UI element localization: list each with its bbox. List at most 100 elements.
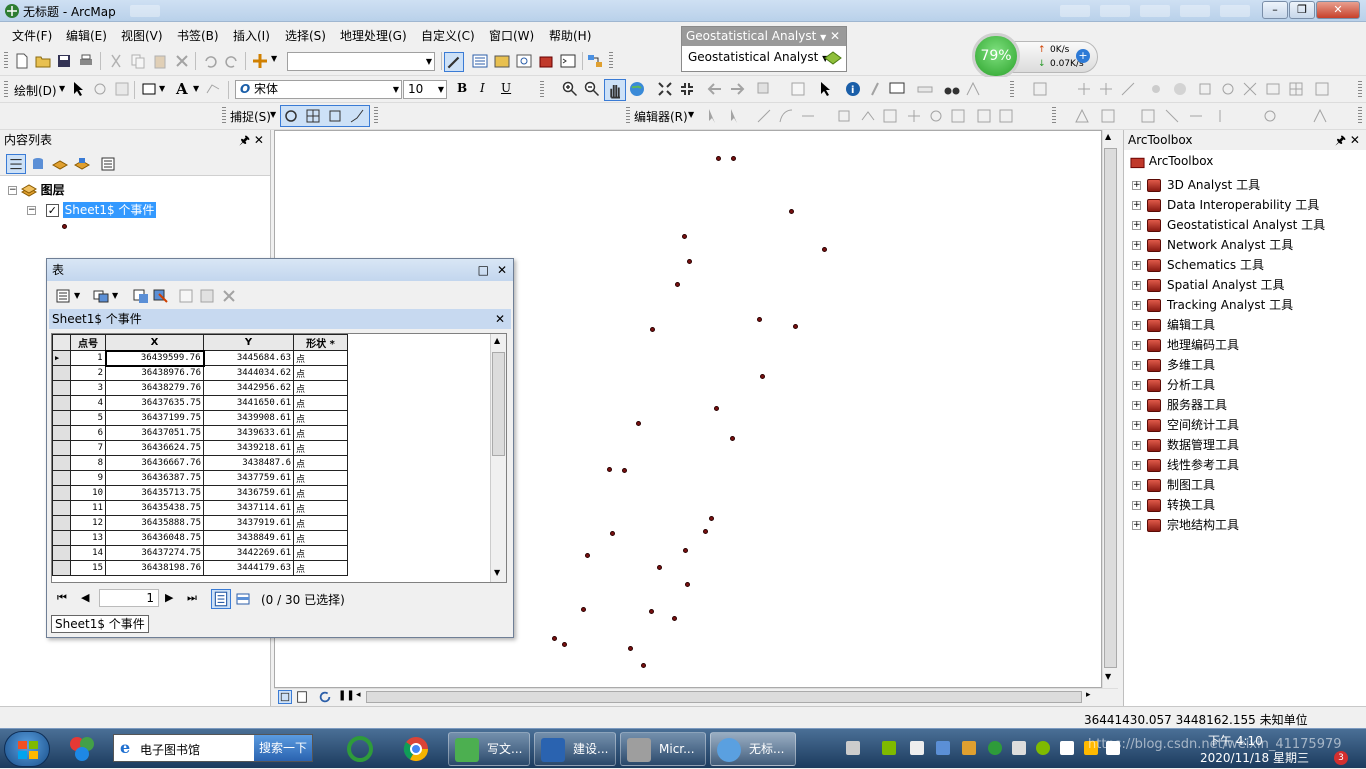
font-name-combobox[interactable]: O 宋体 ▼ — [235, 80, 402, 99]
collapse-icon[interactable]: − — [8, 186, 17, 195]
toolbox-item[interactable]: + 分析工具 — [1132, 376, 1215, 393]
related-tables-icon[interactable] — [93, 288, 109, 304]
close-icon[interactable]: ✕ — [830, 27, 840, 46]
table-window-header[interactable]: 表 □ ✕ — [47, 259, 513, 281]
search-window-icon[interactable] — [516, 53, 532, 69]
cell-pointid[interactable]: 8 — [70, 455, 106, 471]
traverse-icon[interactable] — [1312, 108, 1328, 124]
geostat-wizard-icon[interactable] — [824, 50, 842, 66]
table-row[interactable]: 7 36436624.75 3439218.61 点 — [52, 440, 348, 456]
map-point-feature[interactable] — [585, 553, 590, 558]
scroll-left-icon[interactable]: ◂ — [356, 690, 361, 700]
toolbox-item[interactable]: + Schematics 工具 — [1132, 256, 1264, 273]
parcel-line-icon[interactable] — [1164, 108, 1180, 124]
network-speed-widget[interactable]: 79% ↑ 0K/s ↓ 0.07K/s + — [972, 33, 1100, 79]
cell-x[interactable]: 36436387.75 — [105, 470, 204, 486]
cell-pointid[interactable]: 2 — [70, 365, 106, 381]
georef-cross-icon[interactable] — [1098, 81, 1114, 97]
chrome-app[interactable] — [396, 732, 436, 766]
toolbox-item[interactable]: + 数据管理工具 — [1132, 436, 1239, 453]
map-point-feature[interactable] — [649, 609, 654, 614]
toolbox-item[interactable]: + 空间统计工具 — [1132, 416, 1239, 433]
cell-x[interactable]: 36437635.75 — [105, 395, 204, 411]
menu-geoprocessing[interactable]: 地理处理(G) — [340, 27, 407, 44]
forward-arrow-icon[interactable] — [729, 81, 745, 97]
expand-icon[interactable]: + — [1132, 261, 1141, 270]
end-point-arc-icon[interactable] — [778, 108, 794, 124]
show-all-records-icon[interactable] — [211, 589, 231, 609]
pinned-app-icon[interactable] — [340, 732, 380, 766]
layer-visibility-checkbox[interactable]: ✓ — [45, 204, 59, 217]
cell-pointid[interactable]: 15 — [70, 560, 106, 576]
zoom-to-selected-icon[interactable] — [199, 288, 215, 304]
split-tool-icon[interactable] — [906, 108, 922, 124]
cell-shape[interactable]: 点 — [293, 365, 348, 381]
map-point-feature[interactable] — [731, 156, 736, 161]
zoom-out-icon[interactable] — [584, 81, 600, 97]
close-icon[interactable]: ✕ — [497, 259, 507, 281]
table-row[interactable]: 5 36437199.75 3439908.61 点 — [52, 410, 348, 426]
edit-annotation-icon[interactable] — [728, 108, 744, 124]
toolbar-grip[interactable] — [4, 52, 8, 70]
toolbar-grip[interactable] — [4, 81, 8, 99]
cell-x[interactable]: 36436048.75 — [105, 530, 204, 546]
battery-icon[interactable] — [882, 741, 896, 755]
expand-icon[interactable]: + — [1132, 501, 1141, 510]
map-point-feature[interactable] — [703, 529, 708, 534]
search-query[interactable]: 电子图书馆 — [140, 741, 200, 758]
draw-menu[interactable]: 绘制(D) — [14, 82, 57, 99]
cogo-icon[interactable] — [1262, 108, 1278, 124]
cell-x[interactable]: 36436667.76 — [105, 455, 204, 471]
cell-pointid[interactable]: 4 — [70, 395, 106, 411]
copy-icon[interactable] — [130, 53, 146, 69]
cell-shape[interactable]: 点 — [293, 560, 348, 576]
topology-icon[interactable] — [1074, 108, 1090, 124]
toolbox-item[interactable]: + 服务器工具 — [1132, 396, 1227, 413]
map-point-feature[interactable] — [562, 642, 567, 647]
map-point-feature[interactable] — [789, 209, 794, 214]
search-button[interactable]: 搜索一下 — [254, 735, 312, 761]
clear-selection-table-icon[interactable] — [178, 288, 194, 304]
cell-shape[interactable]: 点 — [293, 440, 348, 456]
cell-x[interactable]: 36437199.75 — [105, 410, 204, 426]
chevron-down-icon[interactable]: ▼ — [74, 291, 80, 300]
georef-line-icon[interactable] — [1120, 81, 1136, 97]
toolbar-grip[interactable] — [1010, 81, 1014, 99]
cell-pointid[interactable]: 13 — [70, 530, 106, 546]
browser-search-box[interactable]: e 电子图书馆 搜索一下 — [113, 734, 313, 762]
zoom-whole-page-icon[interactable] — [114, 81, 130, 97]
toolbox-item[interactable]: + Data Interoperability 工具 — [1132, 196, 1319, 213]
grid-gray-icon[interactable] — [1288, 81, 1304, 97]
cell-pointid[interactable]: 3 — [70, 380, 106, 396]
expand-icon[interactable]: + — [1132, 221, 1141, 230]
toolbar-grip[interactable] — [374, 107, 378, 125]
close-icon[interactable]: ✕ — [495, 309, 505, 329]
edit-vertices-gray-icon[interactable] — [836, 108, 852, 124]
menu-file[interactable]: 文件(F) — [12, 27, 52, 44]
map-point-feature[interactable] — [685, 582, 690, 587]
list-by-drawing-order-icon[interactable] — [6, 154, 26, 174]
rectangle-icon[interactable] — [141, 81, 157, 97]
cell-x[interactable]: 36435888.75 — [105, 515, 204, 531]
cell-y[interactable]: 3439633.61 — [203, 425, 294, 441]
expand-icon[interactable]: + — [1132, 421, 1141, 430]
cell-y[interactable]: 3444034.62 — [203, 365, 294, 381]
cell-y[interactable]: 3439908.61 — [203, 410, 294, 426]
redo-icon[interactable] — [224, 53, 240, 69]
cell-x[interactable]: 36438976.76 — [105, 365, 204, 381]
cell-shape[interactable]: 点 — [293, 395, 348, 411]
menu-bookmarks[interactable]: 书签(B) — [177, 27, 219, 44]
map-point-feature[interactable] — [581, 607, 586, 612]
model-builder-icon[interactable] — [587, 53, 603, 69]
chevron-down-icon[interactable]: ▼ — [820, 33, 826, 42]
cell-shape[interactable]: 点 — [293, 455, 348, 471]
expand-icon[interactable]: + — [1132, 521, 1141, 530]
table-row[interactable]: 3 36438279.76 3442956.62 点 — [52, 380, 348, 396]
ime-icon[interactable] — [962, 741, 976, 755]
cell-shape[interactable]: 点 — [293, 470, 348, 486]
row-selector[interactable] — [52, 500, 71, 516]
list-by-source-icon[interactable] — [30, 156, 46, 172]
trace-icon[interactable] — [800, 108, 816, 124]
scale-combobox[interactable]: ▼ — [287, 52, 435, 71]
column-header-pointid[interactable]: 点号 — [70, 334, 106, 351]
